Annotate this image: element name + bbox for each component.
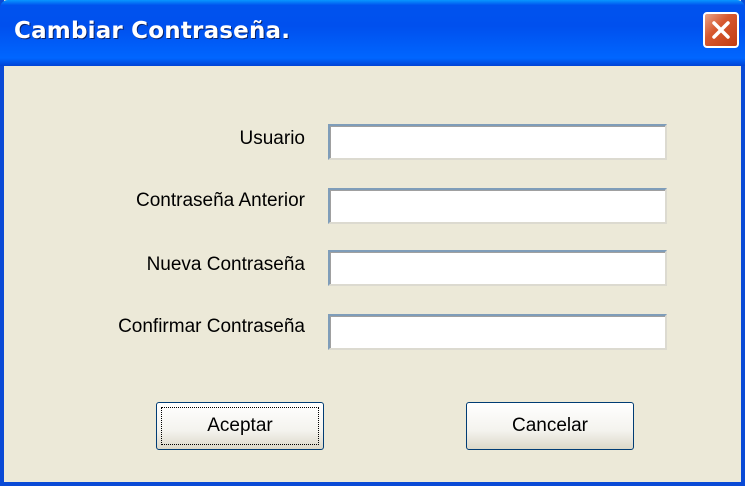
new-password-label: Nueva Contraseña [146, 254, 305, 275]
change-password-dialog: Cambiar Contraseña. Usuario Contraseña A… [0, 0, 745, 486]
cancel-button[interactable]: Cancelar [466, 402, 634, 450]
dialog-title: Cambiar Contraseña. [14, 18, 291, 44]
old-password-input[interactable] [328, 188, 667, 224]
confirm-password-input[interactable] [328, 314, 667, 350]
accept-button[interactable]: Aceptar [156, 402, 324, 450]
accept-button-label: Aceptar [207, 415, 273, 436]
title-bar[interactable]: Cambiar Contraseña. [0, 0, 745, 66]
new-password-input[interactable] [328, 250, 667, 286]
confirm-password-label: Confirmar Contraseña [118, 316, 305, 337]
close-button[interactable] [703, 12, 739, 48]
username-input[interactable] [328, 124, 667, 160]
old-password-label: Contraseña Anterior [136, 190, 305, 211]
username-label: Usuario [239, 128, 305, 149]
cancel-button-label: Cancelar [511, 415, 589, 436]
